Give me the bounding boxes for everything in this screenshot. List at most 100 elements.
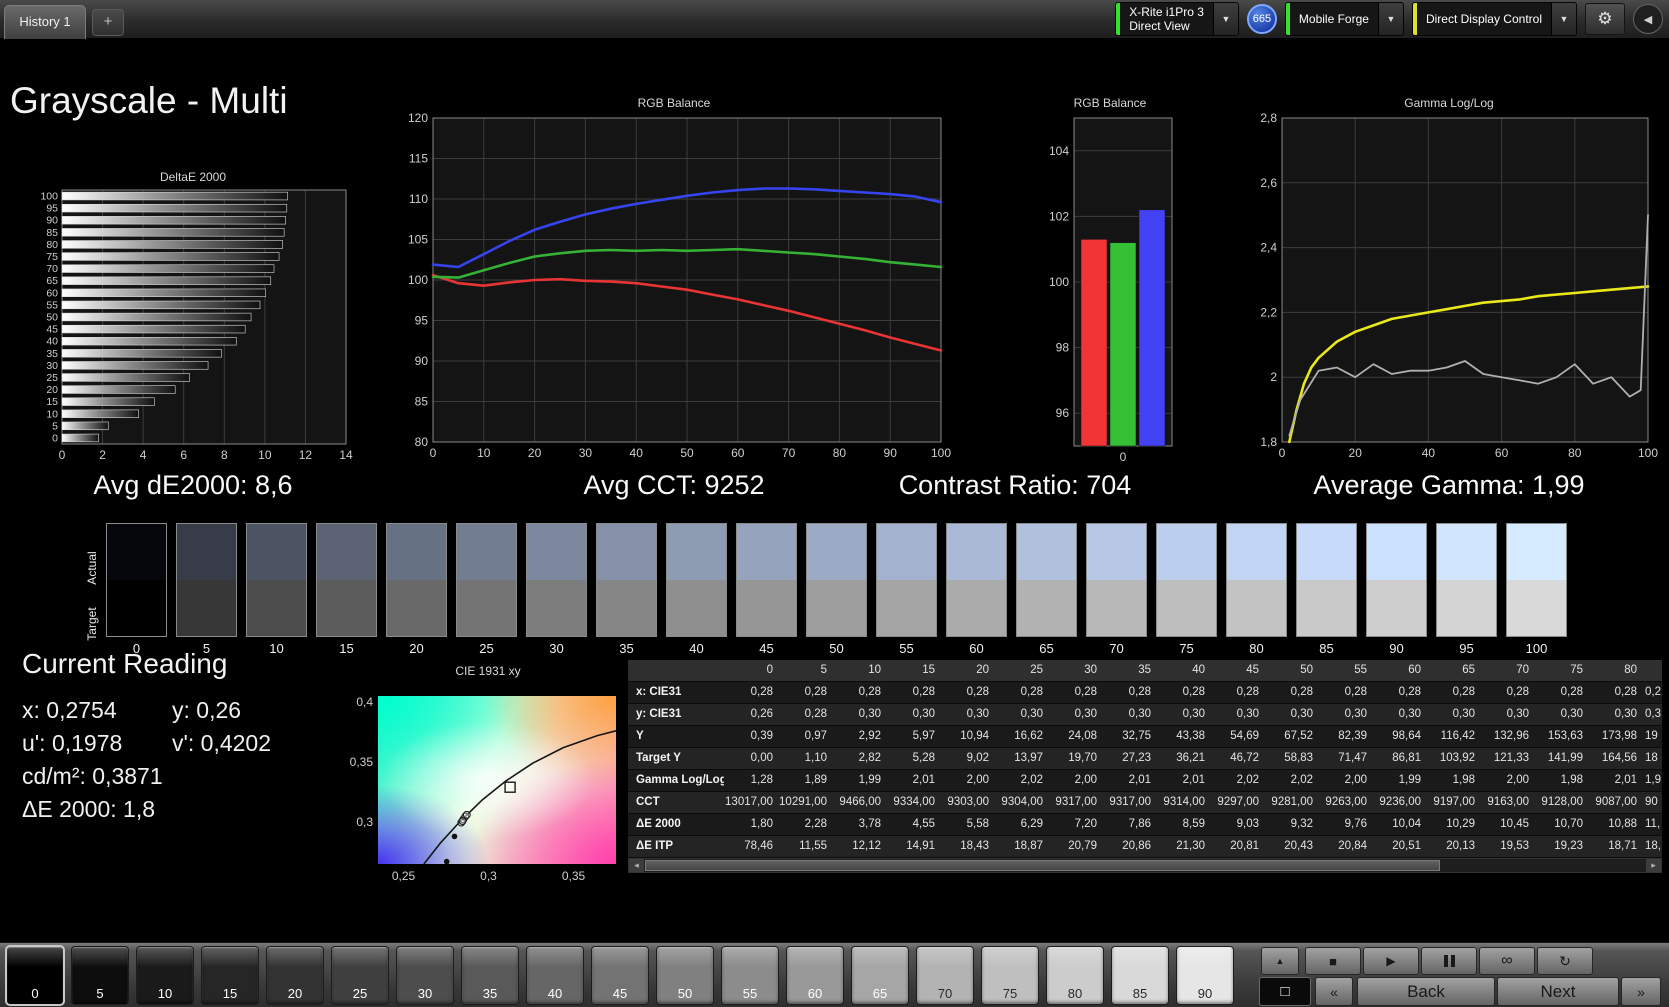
svg-text:40: 40 bbox=[630, 446, 644, 460]
history-tab[interactable]: History 1 bbox=[4, 5, 86, 39]
reading-u: u': 0,1978 bbox=[22, 727, 172, 760]
scroll-right-icon[interactable]: ▸ bbox=[1646, 859, 1661, 872]
table-cell bbox=[1642, 660, 1662, 681]
table-cell: ΔE ITP bbox=[628, 836, 724, 857]
table-cell: 2,82 bbox=[832, 748, 886, 769]
svg-text:35: 35 bbox=[46, 348, 58, 360]
level-button-65[interactable]: 65 bbox=[851, 946, 909, 1005]
swatch-pair bbox=[1086, 523, 1147, 637]
level-button-35[interactable]: 35 bbox=[461, 946, 519, 1005]
level-button-80[interactable]: 80 bbox=[1046, 946, 1104, 1005]
target-swatch bbox=[107, 580, 166, 636]
level-button-40[interactable]: 40 bbox=[526, 946, 584, 1005]
swatch-column: 60 bbox=[946, 523, 1007, 656]
level-button-20[interactable]: 20 bbox=[266, 946, 324, 1005]
actual-swatch bbox=[527, 524, 586, 580]
level-button-10[interactable]: 10 bbox=[136, 946, 194, 1005]
target-swatch bbox=[1367, 580, 1426, 636]
svg-text:65: 65 bbox=[46, 275, 58, 287]
table-cell: 20,84 bbox=[1318, 836, 1372, 857]
table-cell: 18,71 bbox=[1588, 836, 1642, 857]
table-cell: 9197,00 bbox=[1426, 792, 1480, 813]
display-control-selector[interactable]: Direct Display Control ▼ bbox=[1412, 2, 1577, 36]
first-page-button[interactable]: « bbox=[1315, 977, 1353, 1006]
target-swatch bbox=[1087, 580, 1146, 636]
table-cell: 1,89 bbox=[778, 770, 832, 791]
reading-de: ΔE 2000: 1,8 bbox=[22, 793, 172, 826]
level-button-85[interactable]: 85 bbox=[1111, 946, 1169, 1005]
actual-swatch bbox=[1437, 524, 1496, 580]
level-button-25[interactable]: 25 bbox=[331, 946, 389, 1005]
swatch-level-label: 60 bbox=[946, 641, 1007, 656]
level-button-30[interactable]: 30 bbox=[396, 946, 454, 1005]
swatch-column: 35 bbox=[596, 523, 657, 656]
svg-text:4: 4 bbox=[140, 448, 147, 462]
collapse-icon[interactable]: ◀ bbox=[1633, 4, 1663, 34]
swatch-pair bbox=[1226, 523, 1287, 637]
continuous-measure-button[interactable]: ∞ bbox=[1479, 947, 1535, 975]
svg-text:102: 102 bbox=[1049, 209, 1069, 223]
scroll-left-icon[interactable]: ◂ bbox=[629, 859, 644, 872]
meter-selector[interactable]: X-Rite i1Pro 3 Direct View ▼ bbox=[1115, 2, 1239, 36]
level-button-5[interactable]: 5 bbox=[71, 946, 129, 1005]
svg-text:70: 70 bbox=[46, 263, 58, 275]
swatch-level-label: 25 bbox=[456, 641, 517, 656]
swatch-pair bbox=[1296, 523, 1357, 637]
pattern-window-button[interactable]: □ bbox=[1259, 977, 1311, 1006]
chevron-down-icon[interactable]: ▼ bbox=[1551, 3, 1576, 35]
table-cell: 0,39 bbox=[724, 726, 778, 747]
table-cell: 0,30 bbox=[1048, 704, 1102, 725]
up-button[interactable]: ▲ bbox=[1261, 947, 1299, 975]
level-button-55[interactable]: 55 bbox=[721, 946, 779, 1005]
table-scrollbar[interactable]: ◂ ▸ bbox=[628, 858, 1662, 873]
level-button-15[interactable]: 15 bbox=[201, 946, 259, 1005]
table-cell: 35 bbox=[1102, 660, 1156, 681]
actual-swatch bbox=[807, 524, 866, 580]
chevron-down-icon[interactable]: ▼ bbox=[1213, 3, 1238, 35]
reading-deltae: ΔE 2000: 1,8 bbox=[22, 793, 271, 826]
svg-text:5: 5 bbox=[52, 420, 58, 432]
table-cell: 9,02 bbox=[940, 748, 994, 769]
level-button-75[interactable]: 75 bbox=[981, 946, 1039, 1005]
level-button-0[interactable]: 0 bbox=[6, 946, 64, 1005]
pause-button[interactable] bbox=[1421, 947, 1477, 975]
level-button-70[interactable]: 70 bbox=[916, 946, 974, 1005]
back-button[interactable]: Back bbox=[1357, 977, 1495, 1006]
level-button-60[interactable]: 60 bbox=[786, 946, 844, 1005]
play-button[interactable]: ▶ bbox=[1363, 947, 1419, 975]
deltae-chart: 0246810121405101520253035404550556065707… bbox=[28, 186, 358, 464]
table-cell: 1,10 bbox=[778, 748, 832, 769]
gear-icon[interactable]: ⚙ bbox=[1585, 3, 1625, 35]
meter-name: X-Rite i1Pro 3 bbox=[1129, 5, 1204, 19]
level-button-label: 40 bbox=[527, 986, 583, 1001]
level-button-45[interactable]: 45 bbox=[591, 946, 649, 1005]
table-cell: 0,28 bbox=[724, 682, 778, 703]
table-cell: 16,62 bbox=[994, 726, 1048, 747]
svg-text:2: 2 bbox=[1270, 370, 1277, 384]
last-page-button[interactable]: » bbox=[1621, 977, 1661, 1006]
next-button[interactable]: Next bbox=[1497, 977, 1619, 1006]
pattern-source-selector[interactable]: Mobile Forge ▼ bbox=[1285, 2, 1404, 36]
new-tab-button[interactable]: + bbox=[92, 9, 124, 36]
swatch-pair bbox=[246, 523, 307, 637]
chevron-down-icon[interactable]: ▼ bbox=[1378, 3, 1403, 35]
table-cell: 0,30 bbox=[1534, 704, 1588, 725]
table-cell: 10,45 bbox=[1480, 814, 1534, 835]
level-button-90[interactable]: 90 bbox=[1176, 946, 1234, 1005]
svg-text:10: 10 bbox=[477, 446, 491, 460]
table-row: Y0,390,972,925,9710,9416,6224,0832,7543,… bbox=[628, 726, 1662, 748]
table-cell: 2,01 bbox=[1588, 770, 1642, 791]
target-swatch bbox=[527, 580, 586, 636]
level-button-50[interactable]: 50 bbox=[656, 946, 714, 1005]
svg-text:100: 100 bbox=[40, 191, 58, 203]
table-cell: 30 bbox=[1048, 660, 1102, 681]
refresh-button[interactable]: ↻ bbox=[1537, 947, 1593, 975]
svg-text:98: 98 bbox=[1056, 341, 1070, 355]
level-button-label: 30 bbox=[397, 986, 453, 1001]
stop-button[interactable]: ■ bbox=[1305, 947, 1361, 975]
scrollbar-thumb[interactable] bbox=[645, 860, 1440, 871]
swatch-level-label: 35 bbox=[596, 641, 657, 656]
svg-text:0,35: 0,35 bbox=[562, 869, 586, 883]
table-cell: 1,28 bbox=[724, 770, 778, 791]
current-reading-panel: Current Reading x: 0,2754 y: 0,26 u': 0,… bbox=[22, 648, 271, 826]
